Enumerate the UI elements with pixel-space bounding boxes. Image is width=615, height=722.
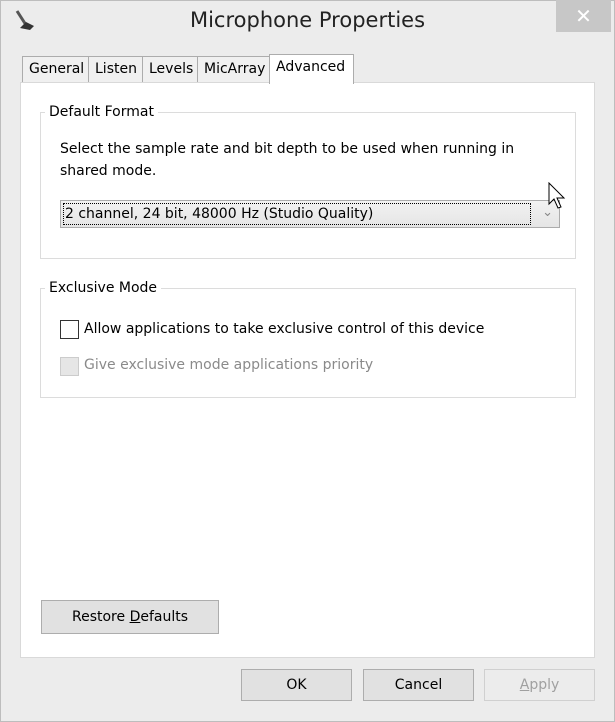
ok-button[interactable]: OK bbox=[241, 669, 352, 701]
tab-advanced[interactable]: Advanced bbox=[269, 54, 354, 84]
allow-exclusive-checkbox[interactable] bbox=[60, 320, 79, 339]
exclusive-mode-legend: Exclusive Mode bbox=[45, 280, 162, 296]
cancel-button[interactable]: Cancel bbox=[363, 669, 474, 701]
restore-label-pre: Restore bbox=[71, 609, 130, 625]
tab-general[interactable]: General bbox=[22, 56, 92, 83]
tab-micarray[interactable]: MicArray bbox=[197, 56, 273, 83]
restore-label-mnemonic: D bbox=[129, 609, 141, 625]
allow-exclusive-label: Allow applications to take exclusive con… bbox=[84, 321, 485, 337]
mouse-cursor-icon bbox=[548, 182, 566, 209]
close-button[interactable]: ✕ bbox=[556, 0, 611, 32]
apply-label-post: pply bbox=[529, 677, 560, 693]
restore-defaults-button[interactable]: Restore Defaults bbox=[41, 600, 219, 634]
close-icon: ✕ bbox=[575, 4, 592, 28]
sample-rate-dropdown[interactable]: 2 channel, 24 bit, 48000 Hz (Studio Qual… bbox=[60, 200, 560, 228]
default-format-legend: Default Format bbox=[45, 104, 158, 120]
exclusive-priority-checkbox[interactable] bbox=[60, 357, 79, 376]
default-format-description: Select the sample rate and bit depth to … bbox=[60, 141, 515, 179]
apply-label-mnemonic: A bbox=[519, 677, 530, 693]
sample-rate-selected: 2 channel, 24 bit, 48000 Hz (Studio Qual… bbox=[63, 203, 531, 225]
restore-label-post: efaults bbox=[140, 609, 189, 625]
exclusive-mode-group bbox=[40, 288, 576, 398]
default-format-group bbox=[40, 112, 576, 259]
exclusive-priority-label: Give exclusive mode applications priorit… bbox=[84, 357, 374, 373]
tab-listen[interactable]: Listen bbox=[88, 56, 144, 83]
tab-levels[interactable]: Levels bbox=[142, 56, 201, 83]
window-title: Microphone Properties bbox=[189, 8, 426, 32]
apply-button[interactable]: Apply bbox=[484, 669, 595, 701]
